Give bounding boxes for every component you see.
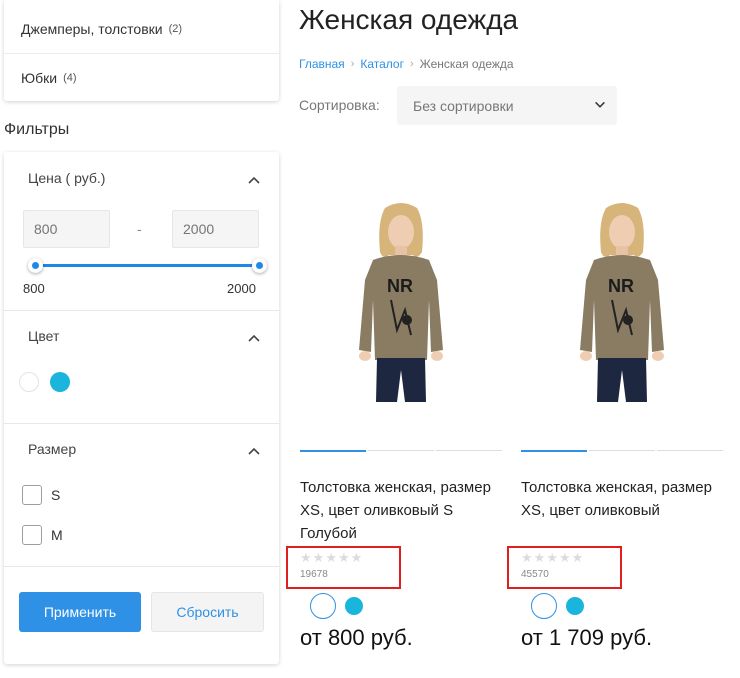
category-item-jumpers[interactable]: Джемперы, толстовки (2) xyxy=(4,4,279,54)
color-swatch-white[interactable] xyxy=(531,593,557,619)
price-range-dash: - xyxy=(137,221,142,237)
image-pager-tab[interactable] xyxy=(521,450,587,452)
chevron-right-icon: › xyxy=(350,58,355,70)
size-label: M xyxy=(51,527,63,543)
color-filter-title: Цвет xyxy=(28,328,60,344)
category-item-skirts[interactable]: Юбки (4) xyxy=(4,53,279,103)
image-pager xyxy=(300,450,502,452)
color-swatch-white[interactable] xyxy=(310,593,336,619)
star-icon: ★ xyxy=(571,550,585,565)
chevron-up-icon[interactable] xyxy=(246,443,262,459)
product-price: от 800 руб. xyxy=(300,625,413,650)
category-list: Джемперы, толстовки (2) Юбки (4) xyxy=(4,0,279,101)
price-slider-max-label: 2000 xyxy=(227,281,256,296)
category-label: Джемперы, толстовки xyxy=(21,20,163,37)
category-count: (4) xyxy=(63,72,77,84)
divider xyxy=(4,310,279,311)
product-image[interactable]: NR xyxy=(325,200,477,402)
category-count: (2) xyxy=(168,22,183,35)
product-article: 19678 xyxy=(300,569,328,580)
product-article: 45570 xyxy=(521,569,549,580)
price-slider-min-label: 800 xyxy=(23,281,45,296)
size-label: S xyxy=(51,487,61,503)
svg-text:NR: NR xyxy=(608,276,634,296)
breadcrumb-catalog[interactable]: Каталог xyxy=(360,57,404,71)
product-card: NR Толстовка женская, размер XS, цвет ол… xyxy=(507,150,731,670)
price-filter-title: Цена ( руб.) xyxy=(28,170,106,186)
size-checkbox[interactable] xyxy=(22,485,42,505)
divider xyxy=(4,566,279,567)
price-slider-min-handle[interactable] xyxy=(28,258,43,273)
product-name[interactable]: Толстовка женская, размер XS, цвет оливк… xyxy=(521,476,726,522)
image-pager-tab[interactable] xyxy=(368,450,434,451)
size-option-s[interactable]: S xyxy=(22,485,60,505)
size-filter-title: Размер xyxy=(28,441,77,457)
breadcrumb-current: Женская одежда xyxy=(419,57,514,71)
star-icon: ★ xyxy=(350,550,364,565)
image-pager xyxy=(521,450,723,452)
product-price: от 1 709 руб. xyxy=(521,625,653,650)
divider xyxy=(4,423,279,424)
sort-label: Сортировка: xyxy=(299,97,380,113)
sort-select[interactable]: Без сортировки xyxy=(397,86,617,125)
price-slider-track[interactable] xyxy=(35,264,259,267)
chevron-down-icon xyxy=(595,101,605,108)
breadcrumb-home[interactable]: Главная xyxy=(299,57,345,71)
star-icon: ★ xyxy=(521,550,534,565)
category-label: Юбки xyxy=(21,70,58,86)
star-icon: ★ xyxy=(337,550,351,565)
star-icon: ★ xyxy=(300,550,313,565)
color-swatch-blue[interactable] xyxy=(345,597,363,615)
apply-filters-button[interactable]: Применить xyxy=(19,592,141,632)
chevron-right-icon: › xyxy=(409,58,414,70)
filters-heading: Фильтры xyxy=(4,121,70,138)
color-swatch-blue[interactable] xyxy=(566,597,584,615)
svg-text:NR: NR xyxy=(387,276,413,296)
image-pager-tab[interactable] xyxy=(657,450,723,451)
product-image[interactable]: NR xyxy=(546,200,698,402)
breadcrumb: Главная › Каталог › Женская одежда xyxy=(299,57,514,71)
page-title: Женская одежда xyxy=(299,4,519,35)
product-name[interactable]: Толстовка женская, размер XS, цвет оливк… xyxy=(300,476,505,545)
color-swatch-white[interactable] xyxy=(19,372,39,392)
image-pager-tab[interactable] xyxy=(436,450,502,451)
rating-stars: ★★★★★ xyxy=(300,550,363,566)
price-slider-max-handle[interactable] xyxy=(252,258,267,273)
star-icon: ★ xyxy=(533,550,547,565)
reset-filters-button[interactable]: Сбросить xyxy=(151,592,264,632)
image-pager-tab[interactable] xyxy=(589,450,655,451)
chevron-up-icon[interactable] xyxy=(246,172,262,188)
size-option-m[interactable]: M xyxy=(22,525,63,545)
star-icon: ★ xyxy=(546,550,559,565)
sort-value: Без сортировки xyxy=(413,97,514,114)
price-min-input[interactable] xyxy=(23,210,110,248)
rating-stars: ★★★★★ xyxy=(521,550,584,566)
image-pager-tab[interactable] xyxy=(300,450,366,452)
star-icon: ★ xyxy=(325,550,338,565)
star-icon: ★ xyxy=(312,550,326,565)
price-max-input[interactable] xyxy=(172,210,259,248)
filter-panel: Цена ( руб.) - 800 2000 Цвет Размер S M … xyxy=(4,152,279,664)
star-icon: ★ xyxy=(558,550,572,565)
color-swatch-blue[interactable] xyxy=(50,372,70,392)
product-card: NR Толстовка женская, размер XS, цвет ол… xyxy=(286,150,510,670)
size-checkbox[interactable] xyxy=(22,525,42,545)
chevron-up-icon[interactable] xyxy=(246,330,262,346)
